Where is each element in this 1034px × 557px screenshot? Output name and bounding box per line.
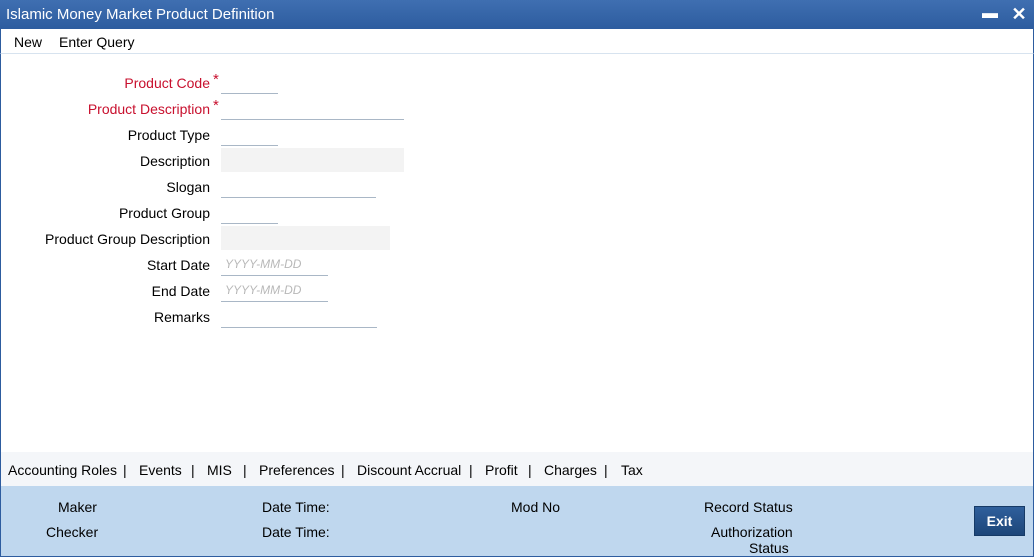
remarks-row: Remarks <box>1 304 601 330</box>
product-code-row: Product Code * <box>1 70 601 96</box>
tab-separator: | <box>191 462 195 478</box>
maker-date-time-label: Date Time: <box>262 499 330 515</box>
remarks-label: Remarks <box>153 309 210 325</box>
product-group-description-row: Product Group Description <box>1 226 601 252</box>
window-titlebar: Islamic Money Market Product Definition … <box>0 0 1034 29</box>
tab-separator: | <box>243 462 247 478</box>
exit-button[interactable]: Exit <box>974 506 1025 536</box>
product-group-description-field <box>221 226 390 250</box>
product-group-description-label: Product Group Description <box>45 231 210 247</box>
product-type-field[interactable] <box>221 122 278 146</box>
subsystem-tab-bar: Accounting Roles | Events | MIS | Prefer… <box>0 452 1034 486</box>
tab-preferences[interactable]: Preferences <box>259 462 334 478</box>
tab-mis[interactable]: MIS <box>207 462 232 478</box>
start-date-field[interactable] <box>221 252 328 276</box>
slogan-field[interactable] <box>221 174 376 198</box>
slogan-label: Slogan <box>166 179 210 195</box>
checker-label: Checker <box>46 524 99 540</box>
tab-separator: | <box>528 462 532 478</box>
product-code-field[interactable] <box>221 70 278 94</box>
menu-bar: New Enter Query <box>0 29 1034 54</box>
mod-no-label: Mod No <box>511 499 561 515</box>
description-field <box>221 148 404 172</box>
product-type-label: Product Type <box>127 127 210 143</box>
tab-profit[interactable]: Profit <box>485 462 518 478</box>
tab-accounting-roles[interactable]: Accounting Roles <box>8 462 117 478</box>
tab-events[interactable]: Events <box>139 462 182 478</box>
tab-separator: | <box>123 462 127 478</box>
description-label: Description <box>139 153 210 169</box>
required-indicator: * <box>213 97 219 114</box>
product-type-row: Product Type <box>1 122 601 148</box>
authorization-status-label: Authorization <box>711 524 793 540</box>
end-date-row: End Date <box>1 278 601 304</box>
required-indicator: * <box>213 71 219 88</box>
record-status-label: Record Status <box>704 499 793 515</box>
description-row: Description <box>1 148 601 174</box>
minimize-icon[interactable]: ▬ <box>979 4 1001 24</box>
product-description-row: Product Description * <box>1 96 601 122</box>
checker-date-time-label: Date Time: <box>262 524 330 540</box>
slogan-row: Slogan <box>1 174 601 200</box>
product-description-field[interactable] <box>221 96 404 120</box>
start-date-label: Start Date <box>146 257 210 273</box>
authorization-status-label-2: Status <box>749 540 789 556</box>
menu-new[interactable]: New <box>14 34 42 50</box>
window-title: Islamic Money Market Product Definition <box>6 6 275 23</box>
tab-separator: | <box>604 462 608 478</box>
tab-charges[interactable]: Charges <box>544 462 597 478</box>
remarks-field[interactable] <box>221 304 377 328</box>
tab-discount-accrual[interactable]: Discount Accrual <box>357 462 461 478</box>
product-group-field[interactable] <box>221 200 278 224</box>
tab-tax[interactable]: Tax <box>621 462 643 478</box>
end-date-label: End Date <box>151 283 210 299</box>
product-group-label: Product Group <box>118 205 210 221</box>
menu-enter-query[interactable]: Enter Query <box>59 34 134 50</box>
end-date-field[interactable] <box>221 278 328 302</box>
maker-label: Maker <box>58 499 97 515</box>
product-code-label: Product Code <box>124 75 210 91</box>
start-date-row: Start Date <box>1 252 601 278</box>
tab-separator: | <box>469 462 473 478</box>
audit-footer: Maker Checker Date Time: Date Time: Mod … <box>0 486 1034 557</box>
close-icon[interactable]: ✕ <box>1008 4 1030 24</box>
product-group-row: Product Group <box>1 200 601 226</box>
product-description-label: Product Description <box>87 101 210 117</box>
product-definition-form: Product Code * Product Description * Pro… <box>0 54 1034 452</box>
tab-separator: | <box>341 462 345 478</box>
